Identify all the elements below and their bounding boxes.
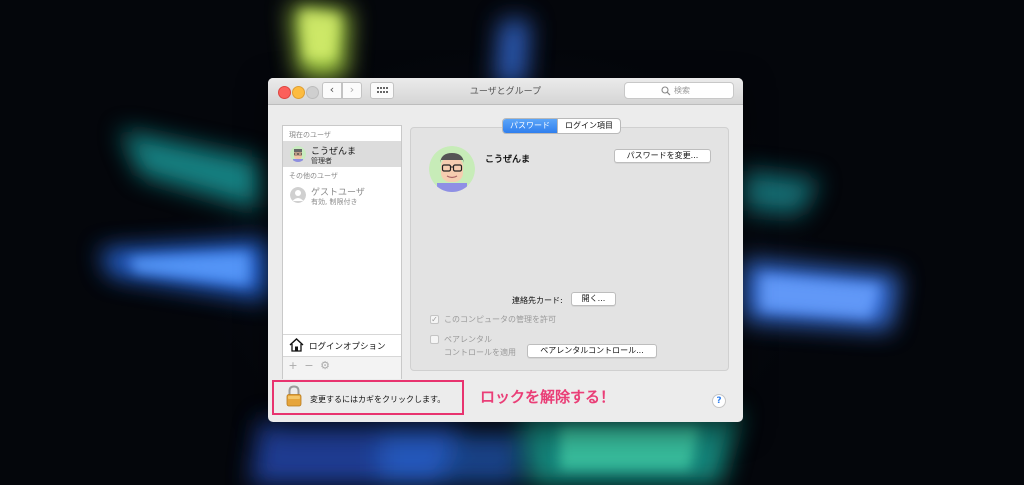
tab-bar: パスワード ログイン項目	[502, 118, 621, 134]
contact-card-label: 連絡先カード:	[512, 296, 563, 305]
parental-label-line2: コントロールを適用	[444, 348, 516, 357]
open-contact-button[interactable]: 開く...	[571, 292, 616, 306]
other-users-label: その他のユーザ	[289, 172, 338, 180]
users-sidebar: 現在のユーザ こうぜんま 管理者 その他のユーザ ゲストユーザ 有効, 制限付き	[282, 125, 402, 379]
house-icon	[289, 338, 304, 352]
search-icon	[661, 86, 671, 96]
search-placeholder: 検索	[674, 86, 690, 95]
user-row-current[interactable]: こうぜんま 管理者	[283, 141, 401, 167]
unlock-callout: ロックを解除する！	[480, 388, 616, 406]
parental-controls-checkbox[interactable]	[430, 335, 439, 344]
search-field[interactable]: 検索	[624, 82, 734, 99]
gear-icon[interactable]: ⚙	[318, 360, 332, 372]
user-avatar	[290, 146, 306, 162]
parental-controls-button[interactable]: ペアレンタルコントロール...	[527, 344, 657, 358]
current-users-label: 現在のユーザ	[289, 131, 331, 139]
login-options-label: ログインオプション	[309, 342, 386, 352]
users-groups-window: ‹ › ユーザとグループ 検索 現在のユーザ こうぜんま 管理者 その他のユーザ…	[268, 78, 743, 422]
title-bar[interactable]: ‹ › ユーザとグループ 検索	[268, 78, 743, 105]
user-row-guest[interactable]: ゲストユーザ 有効, 制限付き	[283, 182, 401, 208]
login-options-item[interactable]: ログインオプション	[283, 334, 401, 357]
parental-label-line1: ペアレンタル	[444, 335, 492, 344]
add-user-button[interactable]: +	[286, 360, 300, 372]
lock-highlight-box	[272, 380, 464, 415]
current-user-role: 管理者	[311, 157, 332, 165]
selected-user-name: こうぜんま	[485, 155, 531, 165]
guest-avatar-icon	[290, 187, 306, 203]
help-button[interactable]: ?	[712, 394, 726, 408]
sidebar-toolbar: + − ⚙	[283, 356, 401, 379]
allow-admin-checkbox[interactable]: ✓	[430, 315, 439, 324]
tab-password[interactable]: パスワード	[503, 119, 557, 133]
tab-login-items[interactable]: ログイン項目	[557, 119, 620, 133]
change-password-button[interactable]: パスワードを変更...	[614, 149, 711, 163]
allow-admin-label: このコンピュータの管理を許可	[444, 315, 556, 324]
user-picture[interactable]	[429, 146, 475, 192]
remove-user-button[interactable]: −	[302, 360, 316, 372]
guest-user-status: 有効, 制限付き	[311, 198, 358, 206]
